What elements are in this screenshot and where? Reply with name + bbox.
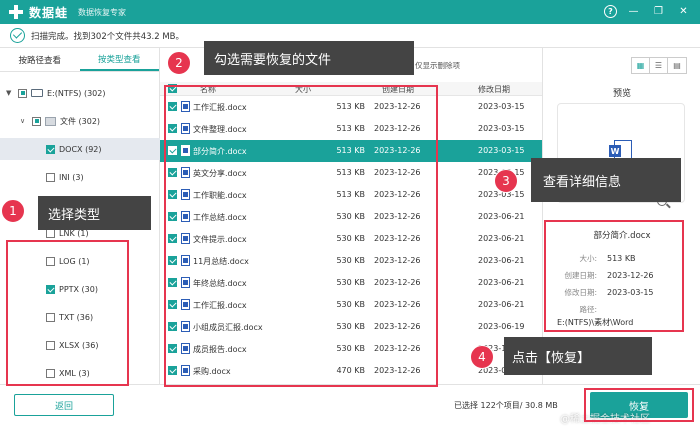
tree-checkbox-ini[interactable] [46, 172, 55, 182]
tree-checkbox-files[interactable] [32, 116, 41, 126]
preview-panel: ▦ ☰ ▤ 预览 部分简介.docx 大小:513 KB 创建日期:2023-1… [542, 48, 700, 384]
tree-label-ini: INI (3) [59, 172, 84, 182]
check-circle-icon [10, 28, 25, 43]
view-mode-toggle: ▦ ☰ ▤ [631, 57, 687, 74]
app-logo: 数据蛙 数据恢复专家 [8, 4, 126, 21]
annotation-box-recover [584, 388, 694, 422]
annotation-text-4: 点击【恢复】 [512, 350, 591, 366]
minimize-icon[interactable]: — [625, 3, 642, 20]
tab-by-path[interactable]: 按路径查看 [0, 48, 80, 71]
cell-modified: 2023-06-19 [478, 322, 525, 331]
caret-down-icon[interactable]: ∨ [20, 117, 28, 125]
cell-modified: 2023-03-15 [478, 102, 525, 111]
annotation-text-2: 勾选需要恢复的文件 [214, 52, 332, 68]
tree-checkbox-docx[interactable] [46, 144, 55, 154]
annotation-callout-1: 选择类型 [38, 196, 151, 230]
tree-checkbox-drive[interactable] [18, 88, 27, 98]
tree-label-files: 文件 (302) [60, 116, 101, 126]
tree-item-files[interactable]: ∨ 文件 (302) [0, 110, 160, 132]
maximize-icon[interactable]: ❐ [650, 3, 667, 20]
annotation-box-details [544, 220, 684, 332]
show-deleted-only-label: 仅显示删除项 [415, 61, 460, 70]
annotation-callout-3: 查看详细信息 [531, 158, 681, 202]
tree-item-docx[interactable]: DOCX (92) [0, 138, 160, 160]
tab-by-type[interactable]: 按类型查看 [79, 48, 159, 71]
annotation-callout-4: 点击【恢复】 [504, 337, 652, 375]
preview-title: 预览 [612, 89, 631, 99]
annotation-badge-4: 4 [470, 345, 494, 369]
annotation-text-1: 选择类型 [48, 207, 101, 223]
annotation-badge-2: 2 [167, 51, 191, 75]
selection-summary: 已选择 122个项目/ 30.8 MB [454, 401, 558, 410]
app-subtitle: 数据恢复专家 [78, 7, 127, 17]
cell-modified: 2023-06-21 [478, 212, 525, 221]
app-name: 数据蛙 [29, 5, 69, 20]
caret-down-icon[interactable]: ▼ [6, 89, 14, 97]
title-bar: 数据蛙 数据恢复专家 ? — ❐ ✕ [0, 0, 700, 24]
tree-item-drive[interactable]: ▼ E:(NTFS) (302) [0, 82, 160, 104]
cell-modified: 2023-06-21 [478, 300, 525, 309]
folder-icon [45, 116, 56, 126]
annotation-badge-1: 1 [1, 199, 25, 223]
annotation-box-files [164, 85, 438, 387]
plus-logo-icon [8, 4, 24, 20]
annotation-text-3: 查看详细信息 [543, 174, 622, 190]
tree-label-docx: DOCX (92) [59, 144, 102, 154]
grid-view-icon[interactable]: ▦ [632, 58, 650, 73]
close-icon[interactable]: ✕ [675, 3, 692, 20]
view-tabs: 按路径查看 按类型查看 [0, 48, 159, 72]
help-icon[interactable]: ? [604, 5, 617, 18]
column-header-modified[interactable]: 修改日期 [478, 84, 510, 95]
drive-icon [31, 89, 43, 97]
tree-item-ini[interactable]: INI (3) [0, 166, 160, 188]
cell-modified: 2023-03-15 [478, 146, 525, 155]
annotation-badge-3: 3 [494, 169, 518, 193]
annotation-box-types [6, 240, 129, 386]
cell-modified: 2023-06-21 [478, 278, 525, 287]
window-controls: ? — ❐ ✕ [604, 3, 692, 20]
scan-status-text: 扫描完成。找到302个文件共43.2 MB。 [31, 31, 185, 42]
list-view-icon[interactable]: ☰ [650, 58, 668, 73]
cell-modified: 2023-06-21 [478, 234, 525, 243]
cell-modified: 2023-06-21 [478, 256, 525, 265]
detail-view-icon[interactable]: ▤ [668, 58, 686, 73]
cell-modified: 2023-03-15 [478, 124, 525, 133]
tree-label-drive: E:(NTFS) (302) [47, 88, 106, 98]
annotation-callout-2: 勾选需要恢复的文件 [204, 41, 414, 75]
back-button[interactable]: 返回 [14, 394, 114, 416]
